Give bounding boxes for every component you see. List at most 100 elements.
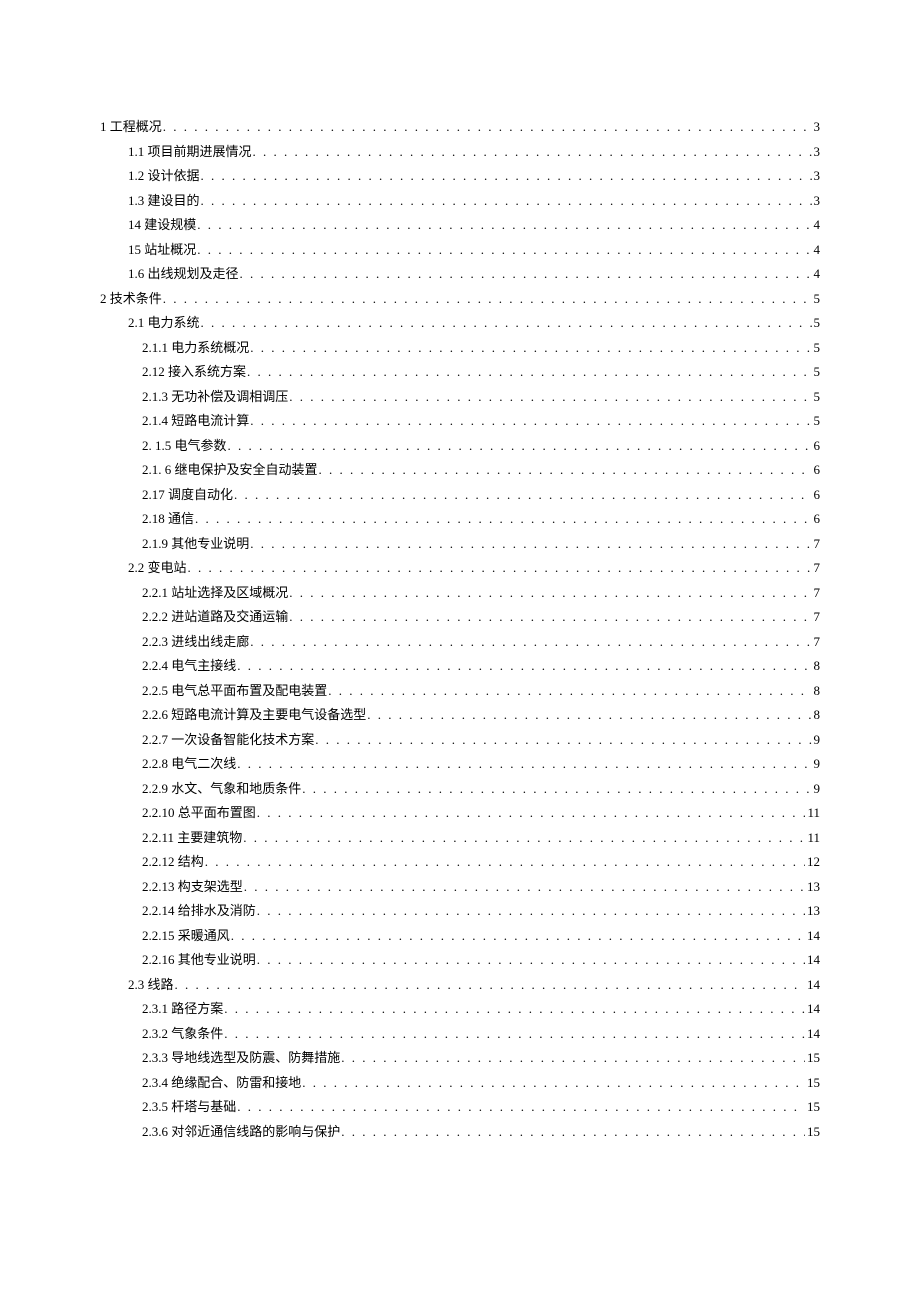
toc-page-number: 8	[812, 703, 821, 728]
toc-leader-dots	[314, 728, 811, 753]
toc-entry[interactable]: 2.3.6 对邻近通信线路的影响与保护 15	[100, 1120, 820, 1145]
toc-leader-dots	[227, 434, 812, 459]
toc-leader-dots	[194, 507, 811, 532]
toc-leader-dots	[242, 826, 805, 851]
toc-entry[interactable]: 2.2.11 主要建筑物 11	[100, 826, 820, 851]
toc-entry[interactable]: 2.1.3 无功补偿及调相调压 5	[100, 385, 820, 410]
toc-page-number: 11	[805, 826, 820, 851]
toc-page-number: 6	[812, 458, 821, 483]
toc-entry[interactable]: 2.3.4 绝缘配合、防雷和接地 15	[100, 1071, 820, 1096]
toc-entry[interactable]: 2.1.9 其他专业说明 7	[100, 532, 820, 557]
toc-label: 2.2.12 结构	[142, 850, 204, 875]
toc-page-number: 9	[812, 777, 821, 802]
toc-entry[interactable]: 2.1. 6 继电保护及安全自动装置 6	[100, 458, 820, 483]
toc-page-number: 5	[812, 409, 821, 434]
toc-page-number: 7	[812, 581, 821, 606]
toc-entry[interactable]: 2.3 线路 14	[100, 973, 820, 998]
toc-page-number: 5	[812, 385, 821, 410]
toc-leader-dots	[236, 654, 811, 679]
toc-leader-dots	[249, 532, 811, 557]
toc-entry[interactable]: 1.1 项目前期进展情况 3	[100, 140, 820, 165]
toc-entry[interactable]: 2 技术条件 5	[100, 287, 820, 312]
toc-page-number: 6	[812, 434, 821, 459]
toc-entry[interactable]: 2.12 接入系统方案 5	[100, 360, 820, 385]
toc-page-number: 14	[805, 973, 820, 998]
toc-label: 2.3.6 对邻近通信线路的影响与保护	[142, 1120, 340, 1145]
toc-entry[interactable]: 1.3 建设目的 3	[100, 189, 820, 214]
toc-entry[interactable]: 2.2.3 进线出线走廊 7	[100, 630, 820, 655]
toc-label: 2.1.4 短路电流计算	[142, 409, 249, 434]
toc-label: 2.2.9 水文、气象和地质条件	[142, 777, 301, 802]
toc-page-number: 9	[812, 752, 821, 777]
toc-entry[interactable]: 2.3.2 气象条件 14	[100, 1022, 820, 1047]
toc-page-number: 3	[812, 189, 821, 214]
toc-entry[interactable]: 2.2.14 给排水及消防 13	[100, 899, 820, 924]
toc-entry[interactable]: 1 工程概况 3	[100, 115, 820, 140]
toc-entry[interactable]: 1.6 出线规划及走径 4	[100, 262, 820, 287]
toc-entry[interactable]: 2.2.8 电气二次线 9	[100, 752, 820, 777]
toc-entry[interactable]: 2.1.4 短路电流计算 5	[100, 409, 820, 434]
toc-entry[interactable]: 2.2.13 构支架选型 13	[100, 875, 820, 900]
toc-entry[interactable]: 2.2.2 进站道路及交通运输 7	[100, 605, 820, 630]
toc-label: 2.2.11 主要建筑物	[142, 826, 242, 851]
toc-page-number: 6	[812, 507, 821, 532]
toc-entry[interactable]: 1.2 设计依据 3	[100, 164, 820, 189]
toc-label: 2.1. 6 继电保护及安全自动装置	[142, 458, 318, 483]
toc-label: 2.3.5 杆塔与基础	[142, 1095, 236, 1120]
toc-label: 1 工程概况	[100, 115, 162, 140]
toc-entry[interactable]: 2.17 调度自动化 6	[100, 483, 820, 508]
toc-label: 2.2 变电站	[128, 556, 187, 581]
toc-label: 2.2.4 电气主接线	[142, 654, 236, 679]
toc-page-number: 5	[812, 360, 821, 385]
toc-page-number: 11	[805, 801, 820, 826]
toc-leader-dots	[230, 924, 805, 949]
toc-leader-dots	[187, 556, 812, 581]
toc-entry[interactable]: 2.2.1 站址选择及区域概况 7	[100, 581, 820, 606]
toc-leader-dots	[243, 875, 805, 900]
toc-label: 2.2.13 构支架选型	[142, 875, 243, 900]
toc-entry[interactable]: 2.2.5 电气总平面布置及配电装置 8	[100, 679, 820, 704]
toc-entry[interactable]: 2.2.4 电气主接线 8	[100, 654, 820, 679]
toc-leader-dots	[318, 458, 812, 483]
toc-leader-dots	[301, 1071, 805, 1096]
toc-leader-dots	[196, 238, 811, 263]
toc-label: 2. 1.5 电气参数	[142, 434, 227, 459]
toc-leader-dots	[288, 581, 811, 606]
toc-label: 15 站址概况	[128, 238, 196, 263]
toc-entry[interactable]: 2.2.9 水文、气象和地质条件 9	[100, 777, 820, 802]
toc-entry[interactable]: 2.2.7 一次设备智能化技术方案 9	[100, 728, 820, 753]
toc-page-number: 12	[805, 850, 820, 875]
toc-leader-dots	[301, 777, 811, 802]
toc-entry[interactable]: 15 站址概况 4	[100, 238, 820, 263]
toc-leader-dots	[340, 1120, 805, 1145]
table-of-contents: 1 工程概况 31.1 项目前期进展情况 31.2 设计依据 31.3 建设目的…	[100, 115, 820, 1144]
toc-page-number: 6	[812, 483, 821, 508]
toc-leader-dots	[256, 899, 805, 924]
toc-entry[interactable]: 2.2 变电站 7	[100, 556, 820, 581]
toc-page-number: 3	[812, 140, 821, 165]
toc-label: 2.2.6 短路电流计算及主要电气设备选型	[142, 703, 366, 728]
toc-leader-dots	[239, 262, 812, 287]
toc-page-number: 13	[805, 899, 820, 924]
toc-entry[interactable]: 2.2.10 总平面布置图 11	[100, 801, 820, 826]
toc-entry[interactable]: 2. 1.5 电气参数 6	[100, 434, 820, 459]
toc-entry[interactable]: 2.3.1 路径方案 14	[100, 997, 820, 1022]
toc-entry[interactable]: 2.1.1 电力系统概况 5	[100, 336, 820, 361]
toc-entry[interactable]: 2.2.6 短路电流计算及主要电气设备选型 8	[100, 703, 820, 728]
toc-entry[interactable]: 2.18 通信 6	[100, 507, 820, 532]
toc-entry[interactable]: 2.2.12 结构 12	[100, 850, 820, 875]
toc-leader-dots	[200, 189, 812, 214]
toc-label: 1.3 建设目的	[128, 189, 200, 214]
toc-page-number: 5	[812, 336, 821, 361]
toc-label: 2 技术条件	[100, 287, 162, 312]
toc-entry[interactable]: 2.1 电力系统 5	[100, 311, 820, 336]
toc-entry[interactable]: 2.3.5 杆塔与基础 15	[100, 1095, 820, 1120]
toc-label: 2.3.2 气象条件	[142, 1022, 223, 1047]
toc-entry[interactable]: 2.2.16 其他专业说明 14	[100, 948, 820, 973]
toc-label: 2.2.2 进站道路及交通运输	[142, 605, 288, 630]
toc-entry[interactable]: 2.3.3 导地线选型及防震、防舞措施 15	[100, 1046, 820, 1071]
toc-label: 2.2.16 其他专业说明	[142, 948, 256, 973]
toc-label: 2.2.15 采暖通风	[142, 924, 230, 949]
toc-entry[interactable]: 14 建设规模 4	[100, 213, 820, 238]
toc-entry[interactable]: 2.2.15 采暖通风 14	[100, 924, 820, 949]
